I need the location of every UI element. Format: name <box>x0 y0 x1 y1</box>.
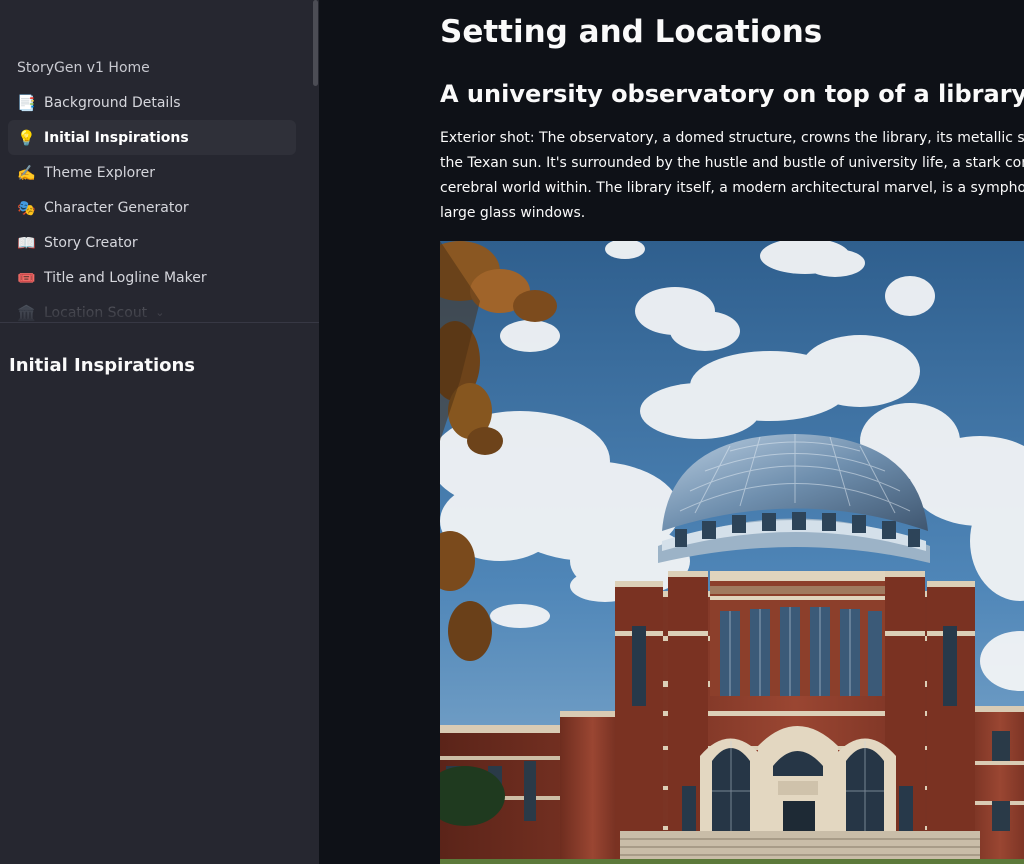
sidebar-item-story-creator[interactable]: 📖 Story Creator <box>8 225 296 260</box>
sidebar-item-label: Character Generator <box>44 199 189 216</box>
page-title: Setting and Locations <box>440 14 823 50</box>
description-line: the Texan sun. It's surrounded by the hu… <box>440 155 1024 171</box>
sidebar-item-theme-explorer[interactable]: ✍️ Theme Explorer <box>8 155 296 190</box>
sidebar-scrollbar[interactable] <box>313 0 318 86</box>
sidebar-item-label: Title and Logline Maker <box>44 269 207 286</box>
main-content: Setting and Locations A university obser… <box>319 0 1024 864</box>
light-bulb-icon: 💡 <box>17 128 36 147</box>
writing-hand-icon: ✍️ <box>17 163 36 182</box>
sidebar-item-background-details[interactable]: 📑 Background Details <box>8 85 296 120</box>
chevron-down-icon[interactable]: ⌄ <box>155 306 164 319</box>
description-line: Exterior shot: The observatory, a domed … <box>440 130 1024 146</box>
sidebar: StoryGen v1 Home 📑 Background Details 💡 … <box>0 0 319 864</box>
sidebar-item-label: Theme Explorer <box>44 164 156 181</box>
sidebar-item-label: Initial Inspirations <box>44 129 189 146</box>
sidebar-item-label: Background Details <box>44 94 181 111</box>
sidebar-item-title-and-logline-maker[interactable]: 🎟️ Title and Logline Maker <box>8 260 296 295</box>
sidebar-item-initial-inspirations[interactable]: 💡 Initial Inspirations <box>8 120 296 155</box>
app-window: StoryGen v1 Home 📑 Background Details 💡 … <box>0 0 1024 864</box>
sidebar-item-character-generator[interactable]: 🎭 Character Generator <box>8 190 296 225</box>
sidebar-section-heading: Initial Inspirations <box>9 355 196 376</box>
section-title: A university observatory on top of a lib… <box>440 80 1024 108</box>
description-line: large glass windows. <box>440 205 586 221</box>
sidebar-item-label: Location Scout <box>44 304 148 321</box>
theater-masks-icon: 🎭 <box>17 198 36 217</box>
classical-building-icon: 🏛️ <box>17 303 36 322</box>
sidebar-divider <box>0 322 319 323</box>
location-description: Exterior shot: The observatory, a domed … <box>440 126 1024 226</box>
ticket-icon: 🎟️ <box>17 268 36 287</box>
sidebar-item-label: StoryGen v1 Home <box>17 59 150 76</box>
description-line: cerebral world within. The library itsel… <box>440 180 1024 196</box>
sidebar-item-label: Story Creator <box>44 234 138 251</box>
location-image <box>440 241 1024 864</box>
sidebar-nav: StoryGen v1 Home 📑 Background Details 💡 … <box>0 50 310 330</box>
sidebar-item-location-scout[interactable]: 🏛️ Location Scout ⌄ <box>8 295 296 330</box>
sidebar-item-home[interactable]: StoryGen v1 Home <box>8 50 296 85</box>
bookmark-tabs-icon: 📑 <box>17 93 36 112</box>
open-book-icon: 📖 <box>17 233 36 252</box>
